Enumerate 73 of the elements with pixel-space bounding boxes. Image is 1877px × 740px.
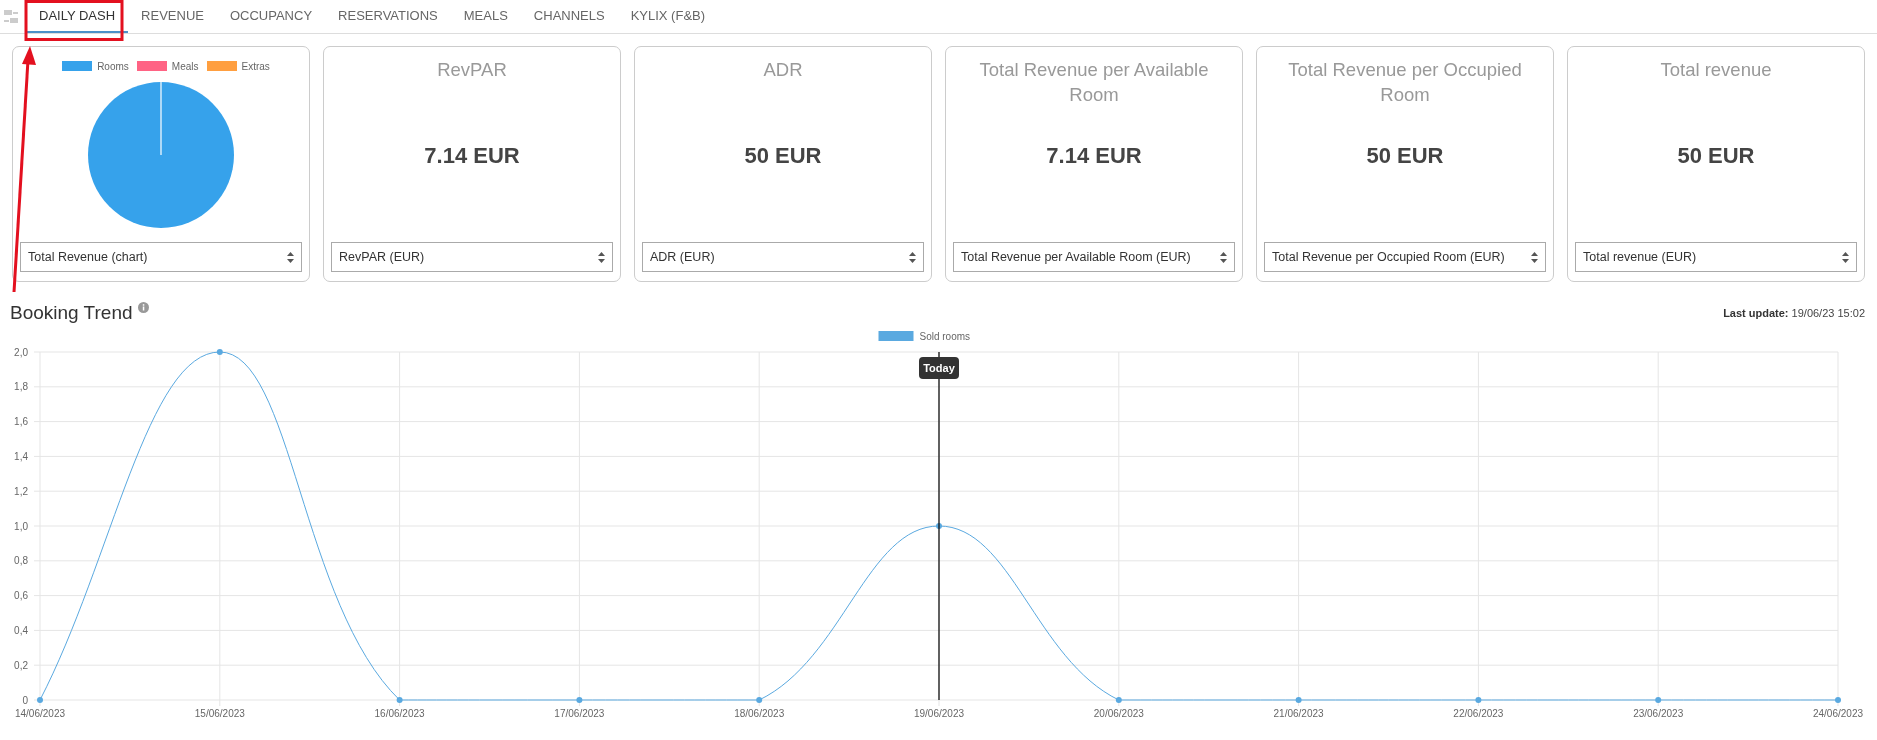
sliders-icon[interactable] xyxy=(4,8,18,25)
updown-arrows-icon xyxy=(1842,251,1849,263)
legend-label: Rooms xyxy=(97,60,129,72)
data-point xyxy=(1115,697,1122,703)
legend-label: Sold rooms xyxy=(919,331,971,342)
metric-select[interactable]: Total Revenue per Occupied Room (EUR) xyxy=(1264,242,1546,272)
nav-tab[interactable]: RESERVATIONS xyxy=(325,0,451,33)
nav-tab[interactable]: DAILY DASH xyxy=(26,0,129,33)
metric-select[interactable]: RevPAR (EUR) xyxy=(331,242,613,272)
axis-label: 0,6 xyxy=(14,590,28,602)
updown-arrows-icon xyxy=(287,251,294,263)
updown-arrows-icon xyxy=(1220,251,1227,263)
data-point xyxy=(1475,697,1482,703)
metric-value: 50 EUR xyxy=(744,143,822,169)
axis-label: 23/06/2023 xyxy=(1633,708,1684,719)
metric-value: 7.14 EUR xyxy=(1046,143,1142,169)
axis-label: 20/06/2023 xyxy=(1093,708,1144,719)
data-point xyxy=(37,697,43,703)
card-title: Total Revenue per Occupied Room xyxy=(1287,58,1523,107)
axis-label: 24/06/2023 xyxy=(1812,708,1864,719)
axis-label: 1,6 xyxy=(14,416,28,428)
updown-arrows-icon xyxy=(598,251,605,263)
metric-select[interactable]: Total Revenue (chart) xyxy=(20,242,302,272)
axis-label: 0 xyxy=(22,694,28,706)
axis-label: 14/06/2023 xyxy=(14,708,66,719)
axis-label: 1,2 xyxy=(14,485,28,497)
nav-tab[interactable]: CHANNELS xyxy=(520,0,618,33)
data-point xyxy=(1835,697,1841,703)
axis-label: 19/06/2023 xyxy=(913,708,965,719)
axis-label: 21/06/2023 xyxy=(1273,708,1324,719)
info-icon[interactable] xyxy=(137,302,149,313)
legend-label: Extras xyxy=(241,60,270,72)
metric-value: 50 EUR xyxy=(1366,143,1444,169)
axis-label: 1,0 xyxy=(14,520,28,532)
nav-tab[interactable]: OCCUPANCY xyxy=(216,0,326,33)
last-update-value: 19/06/23 15:02 xyxy=(1791,307,1865,319)
axis-label: 0,8 xyxy=(14,555,28,567)
card-title: ADR xyxy=(762,58,804,82)
updown-arrows-icon xyxy=(909,251,916,263)
data-point xyxy=(936,523,942,529)
nav-tab[interactable]: MEALS xyxy=(450,0,521,33)
axis-label: 16/06/2023 xyxy=(374,708,425,719)
nav-tab[interactable]: KYLIX (F&B) xyxy=(617,0,719,33)
data-point xyxy=(756,697,763,703)
card-title: Total Revenue per Available Room xyxy=(978,58,1210,107)
legend-label: Meals xyxy=(171,60,199,72)
nav-tab[interactable]: REVENUE xyxy=(128,0,217,33)
data-point xyxy=(1655,697,1662,703)
data-point xyxy=(1295,697,1302,703)
axis-label: 15/06/2023 xyxy=(194,708,245,719)
data-point xyxy=(396,697,403,703)
data-point xyxy=(216,349,223,355)
axis-label: 1,8 xyxy=(14,381,28,393)
axis-label: 0,4 xyxy=(14,624,28,636)
last-update-label: Last update: xyxy=(1723,307,1789,319)
metric-select[interactable]: ADR (EUR) xyxy=(642,242,924,272)
axis-label: 1,4 xyxy=(14,450,28,462)
metric-select[interactable]: Total Revenue per Available Room (EUR) xyxy=(953,242,1235,272)
card-title: Total revenue xyxy=(1659,58,1773,82)
card-title: RevPAR xyxy=(436,58,508,82)
metric-select[interactable]: Total revenue (EUR) xyxy=(1575,242,1857,272)
metric-value: 7.14 EUR xyxy=(424,143,520,169)
metric-value: 50 EUR xyxy=(1677,143,1755,169)
section-title: Booking Trend xyxy=(10,302,133,324)
axis-label: 0,2 xyxy=(14,659,28,671)
today-tooltip: Today xyxy=(919,357,959,379)
updown-arrows-icon xyxy=(1531,251,1538,263)
axis-label: 22/06/2023 xyxy=(1453,708,1504,719)
axis-label: 17/06/2023 xyxy=(554,708,605,719)
axis-label: 2,0 xyxy=(14,346,28,358)
axis-label: 18/06/2023 xyxy=(734,708,785,719)
data-point xyxy=(576,697,583,703)
annotation: Today xyxy=(923,362,956,374)
